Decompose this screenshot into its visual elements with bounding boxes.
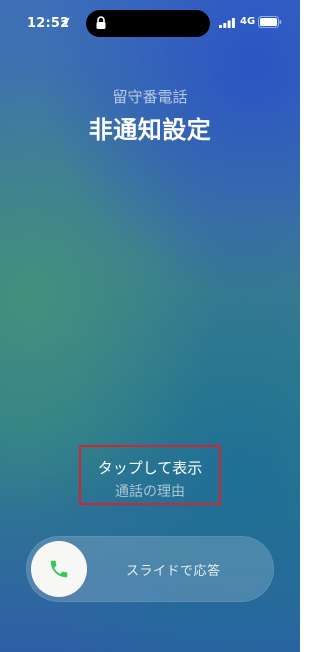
call-type-label: 留守番電話 <box>112 88 188 106</box>
answer-knob[interactable] <box>31 541 87 597</box>
battery-icon <box>258 16 282 28</box>
network-type: 4G <box>240 16 256 27</box>
incoming-call-screen: 12:52 4G 留守番電話 非通知設定 タップして表示 通話の理由 スライドで… <box>0 0 300 652</box>
phone-handset-icon <box>50 560 68 578</box>
slide-to-answer-slider[interactable]: スライドで応答 <box>26 536 274 602</box>
cellular-signal-icon <box>219 18 235 28</box>
location-arrow-icon <box>60 17 70 27</box>
call-reason-label: 通話の理由 <box>115 484 185 500</box>
lock-icon <box>96 16 106 29</box>
tap-to-show-button[interactable]: タップして表示 <box>0 457 300 478</box>
caller-name: 非通知設定 <box>88 116 212 144</box>
dynamic-island <box>86 10 210 37</box>
status-bar: 12:52 4G <box>0 0 300 44</box>
slide-to-answer-label: スライドで応答 <box>126 564 221 579</box>
